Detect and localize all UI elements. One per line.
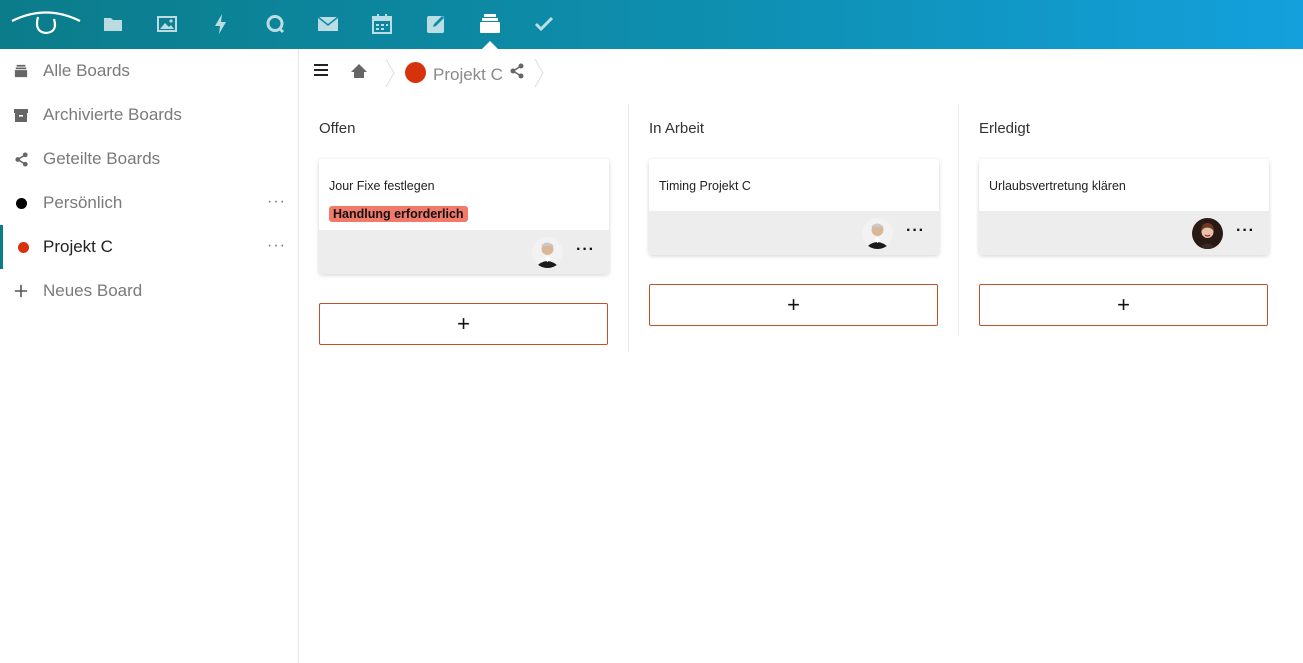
nav-item-persoenlich[interactable]: Persönlich ··· [0, 181, 298, 225]
nav-item-alle-boards[interactable]: Alle Boards [0, 49, 298, 93]
card-footer: ··· [319, 230, 609, 274]
nextcloud-logo[interactable] [10, 8, 82, 38]
card[interactable]: Timing Projekt C ··· [649, 159, 939, 255]
active-app-indicator [482, 41, 498, 49]
more-options-icon[interactable]: ··· [267, 194, 286, 210]
stack-title: Offen [319, 120, 356, 137]
nav-item-projekt-c[interactable]: Projekt C ··· [0, 225, 298, 269]
deck-icon[interactable] [478, 12, 502, 36]
talk-icon[interactable] [263, 12, 287, 36]
app-navigation: Alle Boards Archivierte Boards Geteilte … [0, 49, 299, 663]
avatar[interactable] [862, 218, 893, 249]
files-icon[interactable] [101, 12, 125, 36]
archive-icon [12, 106, 30, 124]
tasks-icon[interactable] [532, 12, 556, 36]
nav-label: Neues Board [43, 281, 143, 300]
card-footer: ··· [979, 211, 1269, 255]
nav-label: Alle Boards [43, 61, 130, 80]
stack-offen: Offen Jour Fixe festlegen Handlung erfor… [299, 104, 629, 354]
gallery-icon[interactable] [155, 12, 179, 36]
more-options-icon[interactable]: ··· [267, 238, 286, 254]
board-color-dot [14, 238, 32, 256]
home-icon[interactable] [349, 62, 369, 80]
plus-icon [12, 282, 30, 300]
card-title: Jour Fixe festlegen [329, 179, 435, 193]
board-color-dot [12, 194, 30, 212]
add-card-button[interactable]: + [319, 303, 608, 345]
top-app-bar [0, 0, 1303, 49]
calendar-icon[interactable] [370, 12, 394, 36]
stack-title: In Arbeit [649, 120, 705, 137]
breadcrumb-separator [534, 59, 544, 87]
card-more-options-icon[interactable]: ··· [576, 242, 595, 258]
card-more-options-icon[interactable]: ··· [1236, 223, 1255, 239]
share-icon [12, 150, 30, 168]
card-footer: ··· [649, 211, 939, 255]
nav-label: Archivierte Boards [43, 105, 182, 124]
board-color-dot [405, 62, 426, 83]
menu-toggle-icon[interactable] [314, 64, 328, 76]
stack-in-arbeit: In Arbeit Timing Projekt C ··· + [629, 104, 959, 334]
card-label[interactable]: Handlung erforderlich [329, 206, 468, 222]
card-title: Urlaubsvertretung klären [989, 179, 1126, 193]
share-icon[interactable] [509, 63, 525, 79]
nav-label: Projekt C [43, 237, 113, 256]
card[interactable]: Jour Fixe festlegen Handlung erforderlic… [319, 159, 609, 274]
nav-item-neues-board[interactable]: Neues Board [0, 269, 298, 313]
card[interactable]: Urlaubsvertretung klären ··· [979, 159, 1269, 255]
stack-title: Erledigt [979, 120, 1030, 137]
add-card-button[interactable]: + [649, 284, 938, 326]
nav-item-geteilte-boards[interactable]: Geteilte Boards [0, 137, 298, 181]
notes-icon[interactable] [424, 12, 448, 36]
card-title: Timing Projekt C [659, 179, 751, 193]
activity-icon[interactable] [209, 12, 233, 36]
stack-icon [12, 62, 30, 80]
add-card-button[interactable]: + [979, 284, 1268, 326]
nav-label: Geteilte Boards [43, 149, 161, 168]
mail-icon[interactable] [316, 12, 340, 36]
card-more-options-icon[interactable]: ··· [906, 223, 925, 239]
nav-label: Persönlich [43, 193, 123, 212]
avatar[interactable] [532, 237, 563, 268]
breadcrumb: Projekt C [299, 49, 1303, 97]
breadcrumb-separator [385, 59, 395, 87]
avatar[interactable] [1192, 218, 1223, 249]
breadcrumb-board-name[interactable]: Projekt C [433, 65, 503, 85]
stack-erledigt: Erledigt Urlaubsvertretung klären ··· + [959, 104, 1289, 334]
nav-item-archivierte-boards[interactable]: Archivierte Boards [0, 93, 298, 137]
